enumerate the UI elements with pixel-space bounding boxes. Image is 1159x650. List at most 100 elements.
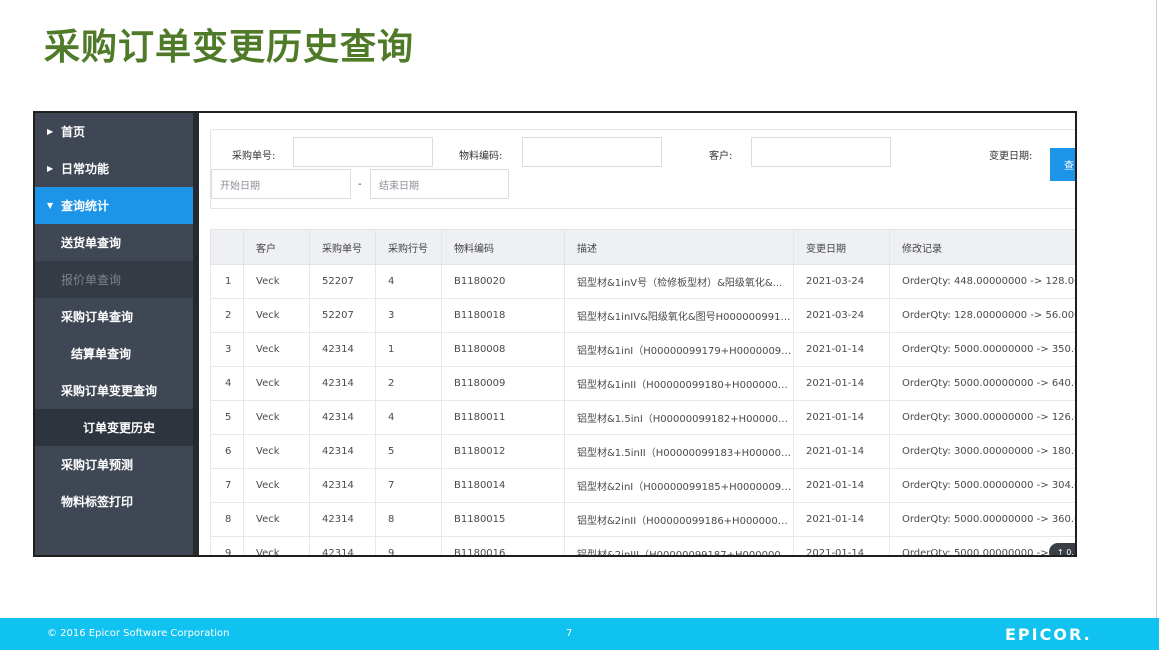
- cell-description: 铝型材&1inV号（检修板型材）&阳级氧化&...: [564, 264, 794, 299]
- sidebar-item-label-print[interactable]: 物料标签打印: [35, 483, 193, 520]
- slide-footer: © 2016 Epicor Software Corporation 7 EPI…: [0, 618, 1159, 650]
- change-date-label: 变更日期:: [989, 151, 1033, 162]
- sidebar-item-label: 订单变更历史: [83, 421, 156, 435]
- table-row[interactable]: 8 Veck 42314 8 B1180015 铝型材&2inII（H0000009918…: [210, 502, 1075, 537]
- table-row[interactable]: 9 Veck 42314 9 B1180016 铝型材&2inIII（H000000991…: [210, 536, 1075, 555]
- column-header-description[interactable]: 描述: [564, 229, 794, 265]
- cell-part-number: B1180020: [441, 264, 565, 299]
- page-number: 7: [566, 628, 573, 639]
- cell-change-log: OrderQty: 5000.00000000 -> 350.00000: [889, 332, 1075, 367]
- cell-change-log: OrderQty: 5000.00000000 -> 640.00000: [889, 366, 1075, 401]
- cell-part-number: B1180011: [441, 400, 565, 435]
- slide-divider: [1156, 0, 1157, 618]
- cell-change-log: OrderQty: 448.00000000 -> 128.000000: [889, 264, 1075, 299]
- cell-change-date: 2021-01-14: [793, 468, 890, 503]
- customer-input[interactable]: [751, 137, 891, 167]
- po-number-input[interactable]: [293, 137, 433, 167]
- table-row[interactable]: 1 Veck 52207 4 B1180020 铝型材&1inV号（检修板型材）&阳级氧化…: [210, 264, 1075, 299]
- customer-label: 客户:: [709, 151, 733, 162]
- sidebar-item-po-change-query[interactable]: 采购订单变更查询: [35, 372, 193, 409]
- cell-customer: Veck: [243, 536, 310, 555]
- table-header-row: 客户 采购单号 采购行号 物料编码 描述 变更日期 修改记录: [210, 229, 1075, 265]
- cell-description: 铝型材&2inII（H00000099186+H000000991...: [564, 502, 794, 537]
- sidebar-item-po-query[interactable]: 采购订单查询: [35, 298, 193, 335]
- sidebar-item-label: 结算单查询: [71, 347, 132, 361]
- sidebar-item-daily[interactable]: ▶ 日常功能: [35, 150, 193, 187]
- cell-description: 铝型材&1.5inII（H00000099183+H0000009...: [564, 434, 794, 469]
- column-header-part-number[interactable]: 物料编码: [441, 229, 565, 265]
- row-index: 4: [210, 366, 244, 401]
- cell-description: 铝型材&1.5inI（H00000099182+H00000099...: [564, 400, 794, 435]
- table-row[interactable]: 5 Veck 42314 4 B1180011 铝型材&1.5inI（H000000991…: [210, 400, 1075, 435]
- cell-change-date: 2021-01-14: [793, 536, 890, 555]
- cell-change-date: 2021-01-14: [793, 332, 890, 367]
- chevron-right-icon: ▶: [47, 127, 54, 136]
- sidebar-item-label: 送货单查询: [61, 236, 122, 250]
- cell-change-date: 2021-03-24: [793, 298, 890, 333]
- column-header-po-number[interactable]: 采购单号: [309, 229, 376, 265]
- cell-change-log: OrderQty: 128.00000000 -> 56.0000000: [889, 298, 1075, 333]
- query-button[interactable]: 查: [1050, 148, 1075, 181]
- cell-description: 铝型材&1inIV&阳级氧化&图号H00000099196: [564, 298, 794, 333]
- cell-po-number: 42314: [309, 536, 376, 555]
- row-index: 3: [210, 332, 244, 367]
- sidebar-item-delivery-query[interactable]: 送货单查询: [35, 224, 193, 261]
- search-panel: 采购单号: 物料编码: 客户: 变更日期: 开始日期 - 结束日期 查: [210, 129, 1075, 209]
- cell-part-number: B1180012: [441, 434, 565, 469]
- row-index: 1: [210, 264, 244, 299]
- table-row[interactable]: 7 Veck 42314 7 B1180014 铝型材&2inI（H00000099185…: [210, 468, 1075, 503]
- main-content: 采购单号: 物料编码: 客户: 变更日期: 开始日期 - 结束日期 查 客户 采…: [199, 113, 1075, 555]
- row-index: 8: [210, 502, 244, 537]
- table-row[interactable]: 3 Veck 42314 1 B1180008 铝型材&1inI（H00000099179…: [210, 332, 1075, 367]
- sidebar-item-label: 首页: [61, 125, 86, 139]
- sidebar-item-label: 查询统计: [61, 199, 110, 213]
- app-window: ▶ 首页 ▶ 日常功能 ▼ 查询统计 送货单查询 报价单查询 采购订单查询 结算…: [33, 111, 1077, 557]
- sidebar: ▶ 首页 ▶ 日常功能 ▼ 查询统计 送货单查询 报价单查询 采购订单查询 结算…: [35, 113, 193, 555]
- cell-description: 铝型材&2inIII（H00000099187+H00000099...: [564, 536, 794, 555]
- cell-po-line: 3: [375, 298, 442, 333]
- date-separator: -: [358, 179, 362, 190]
- epicor-logo: EPICOR.: [1005, 625, 1092, 644]
- end-date-input[interactable]: 结束日期: [370, 169, 509, 199]
- column-header-change-log[interactable]: 修改记录: [889, 229, 1075, 265]
- table-row[interactable]: 2 Veck 52207 3 B1180018 铝型材&1inIV&阳级氧化&图号H000…: [210, 298, 1075, 333]
- table-row[interactable]: 4 Veck 42314 2 B1180009 铝型材&1inII（H0000009918…: [210, 366, 1075, 401]
- cell-customer: Veck: [243, 434, 310, 469]
- cell-po-number: 42314: [309, 400, 376, 435]
- column-header-change-date[interactable]: 变更日期: [793, 229, 890, 265]
- cell-change-date: 2021-03-24: [793, 264, 890, 299]
- cell-po-line: 5: [375, 434, 442, 469]
- cell-po-number: 42314: [309, 502, 376, 537]
- sidebar-item-order-change-history[interactable]: 订单变更历史: [35, 409, 193, 446]
- sidebar-item-quote-query[interactable]: 报价单查询: [35, 261, 193, 298]
- cell-change-log: OrderQty: 3000.00000000 -> 180.00000: [889, 434, 1075, 469]
- cell-part-number: B1180008: [441, 332, 565, 367]
- cell-change-date: 2021-01-14: [793, 502, 890, 537]
- sidebar-item-po-forecast[interactable]: 采购订单预测: [35, 446, 193, 483]
- cell-part-number: B1180009: [441, 366, 565, 401]
- cell-change-date: 2021-01-14: [793, 400, 890, 435]
- cell-po-line: 4: [375, 264, 442, 299]
- cell-po-number: 52207: [309, 298, 376, 333]
- cell-customer: Veck: [243, 366, 310, 401]
- table-row[interactable]: 6 Veck 42314 5 B1180012 铝型材&1.5inII（H00000099…: [210, 434, 1075, 469]
- sidebar-item-settlement-query[interactable]: 结算单查询: [35, 335, 193, 372]
- scroll-to-top-badge[interactable]: ↑ 0.: [1049, 543, 1075, 555]
- cell-change-log: OrderQty: 5000.00000000 -> 360.00000: [889, 502, 1075, 537]
- column-header-index: [210, 229, 244, 265]
- sidebar-item-label: 采购订单查询: [61, 310, 134, 324]
- cell-po-line: 1: [375, 332, 442, 367]
- cell-change-log: OrderQty: 5000.00000000 -> 304.00000: [889, 468, 1075, 503]
- cell-po-line: 9: [375, 536, 442, 555]
- column-header-customer[interactable]: 客户: [243, 229, 310, 265]
- slide-title: 采购订单变更历史查询: [44, 27, 415, 68]
- cell-po-line: 8: [375, 502, 442, 537]
- sidebar-item-label: 日常功能: [61, 162, 110, 176]
- cell-customer: Veck: [243, 400, 310, 435]
- cell-customer: Veck: [243, 502, 310, 537]
- column-header-po-line[interactable]: 采购行号: [375, 229, 442, 265]
- start-date-input[interactable]: 开始日期: [211, 169, 351, 199]
- sidebar-item-home[interactable]: ▶ 首页: [35, 113, 193, 150]
- sidebar-item-query-stats[interactable]: ▼ 查询统计: [35, 187, 193, 224]
- part-number-input[interactable]: [522, 137, 662, 167]
